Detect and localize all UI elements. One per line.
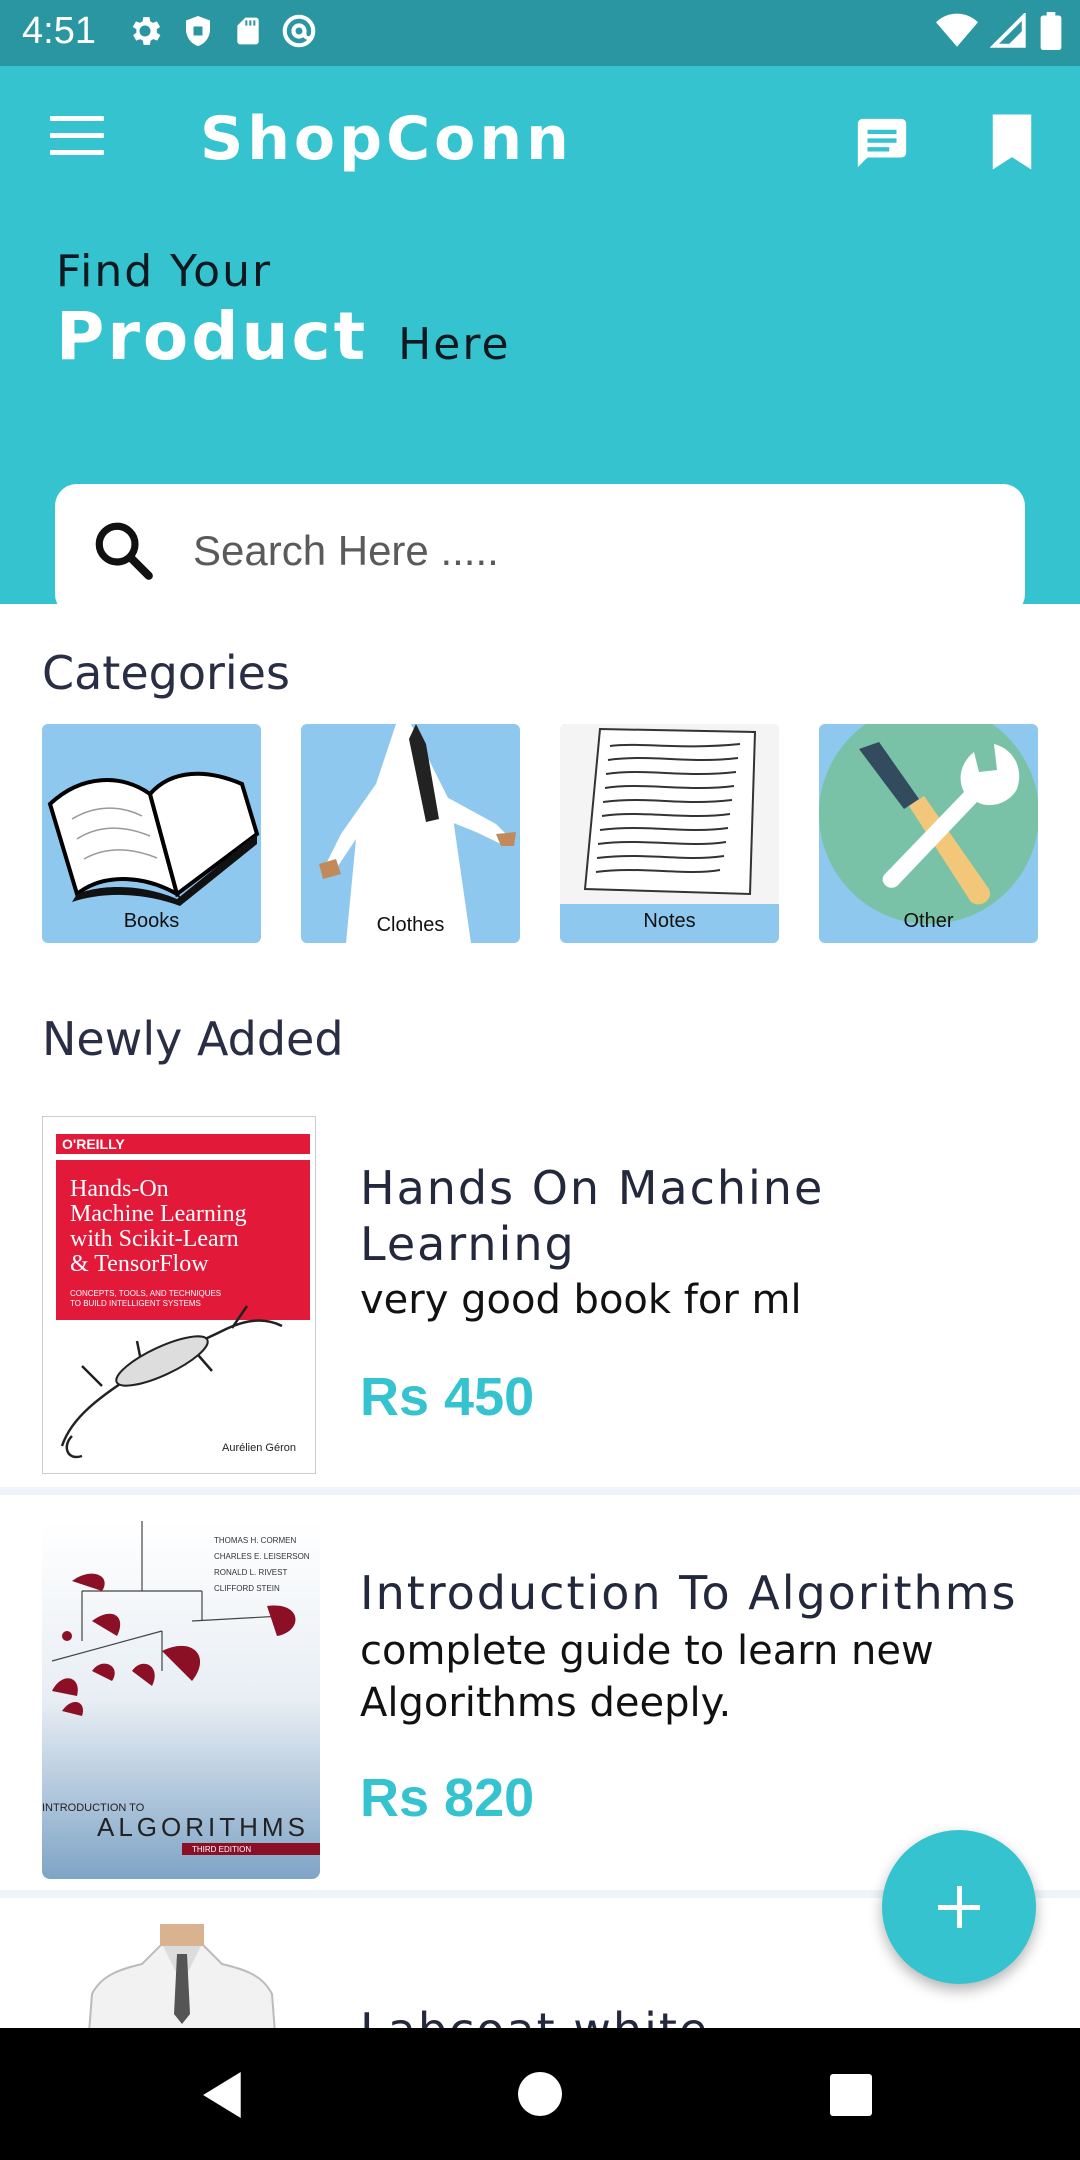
- gear-icon: [132, 17, 161, 45]
- home-icon[interactable]: [518, 2072, 562, 2116]
- product-image: O'REILLY Hands-On Machine Learning with …: [41, 1115, 317, 1475]
- sd-card-icon: [237, 17, 259, 45]
- newly-added-title: Newly Added: [42, 1012, 344, 1066]
- shield-icon: [186, 16, 210, 46]
- svg-text:RONALD L. RIVEST: RONALD L. RIVEST: [214, 1568, 287, 1577]
- svg-text:CONCEPTS, TOOLS, AND TECHNIQUE: CONCEPTS, TOOLS, AND TECHNIQUES: [70, 1289, 221, 1298]
- product-card[interactable]: O'REILLY Hands-On Machine Learning with …: [0, 1100, 1080, 1490]
- category-notes[interactable]: Notes: [560, 724, 779, 943]
- category-label: Books: [123, 910, 180, 932]
- cover-title: ALGORITHMS: [97, 1812, 309, 1842]
- product-description: very good book for ml: [360, 1277, 802, 1323]
- category-other[interactable]: Other: [819, 724, 1038, 943]
- svg-text:CHARLES E. LEISERSON: CHARLES E. LEISERSON: [214, 1552, 310, 1561]
- categories-title: Categories: [42, 646, 290, 700]
- product-name: Introduction To Algorithms: [360, 1566, 1018, 1620]
- svg-text:CLIFFORD STEIN: CLIFFORD STEIN: [214, 1584, 280, 1593]
- signal-icon: [990, 13, 1026, 48]
- product-name: Hands On Machine Learning: [360, 1161, 825, 1271]
- tagline-product: Product: [56, 298, 369, 375]
- search-input[interactable]: [193, 516, 993, 586]
- search-icon: [95, 522, 153, 580]
- product-price: Rs 450: [360, 1367, 535, 1427]
- svg-text:Machine Learning: Machine Learning: [70, 1201, 247, 1227]
- back-icon[interactable]: [202, 2072, 246, 2118]
- product-description: complete guide to learn new Algorithms d…: [360, 1628, 934, 1726]
- svg-text:Hands-On: Hands-On: [70, 1176, 169, 1202]
- wifi-icon: [936, 13, 978, 47]
- tagline-find-your: Find Your: [56, 246, 273, 297]
- category-books[interactable]: Books: [42, 724, 261, 943]
- product-name: Labcoat white: [360, 2002, 1040, 2028]
- tagline-product-row: Product Here: [56, 298, 511, 375]
- status-time: 4:51: [22, 10, 96, 52]
- svg-text:& TensorFlow: & TensorFlow: [70, 1251, 209, 1277]
- product-image: [42, 1924, 320, 2028]
- svg-text:THOMAS H. CORMEN: THOMAS H. CORMEN: [214, 1536, 296, 1545]
- bookmark-icon[interactable]: [990, 114, 1034, 170]
- cover-edition: THIRD EDITION: [192, 1845, 251, 1854]
- product-price: Rs 820: [360, 1768, 535, 1828]
- battery-icon: [1040, 12, 1062, 50]
- categories-row: Books Clothes Notes Other: [42, 724, 1038, 943]
- svg-text:with Scikit-Learn: with Scikit-Learn: [70, 1226, 239, 1252]
- product-image: THOMAS H. CORMEN CHARLES E. LEISERSON RO…: [42, 1521, 320, 1879]
- system-nav-bar: [0, 2028, 1080, 2160]
- header: ShopConn Find Your Product Here: [0, 66, 1080, 616]
- cover-publisher: O'REILLY: [62, 1136, 125, 1152]
- labcoat-icon: [319, 724, 516, 943]
- menu-icon[interactable]: [50, 116, 104, 156]
- recents-icon[interactable]: [830, 2074, 872, 2116]
- svg-text:TO BUILD INTELLIGENT SYSTEMS: TO BUILD INTELLIGENT SYSTEMS: [70, 1299, 201, 1308]
- category-clothes[interactable]: Clothes: [301, 724, 520, 943]
- category-label: Notes: [643, 910, 696, 932]
- chat-icon[interactable]: [852, 114, 912, 172]
- at-sign-icon: [282, 14, 316, 48]
- category-label: Clothes: [376, 914, 445, 936]
- product-card[interactable]: THOMAS H. CORMEN CHARLES E. LEISERSON RO…: [0, 1495, 1080, 1885]
- add-product-button[interactable]: [882, 1830, 1036, 1984]
- status-bar: 4:51: [0, 0, 1080, 66]
- cover-author: Aurélien Géron: [222, 1442, 296, 1454]
- app-title: ShopConn: [200, 104, 573, 174]
- search-box[interactable]: [55, 484, 1025, 616]
- category-label: Other: [903, 910, 954, 932]
- tagline-here: Here: [398, 319, 511, 370]
- divider: [0, 1487, 1080, 1495]
